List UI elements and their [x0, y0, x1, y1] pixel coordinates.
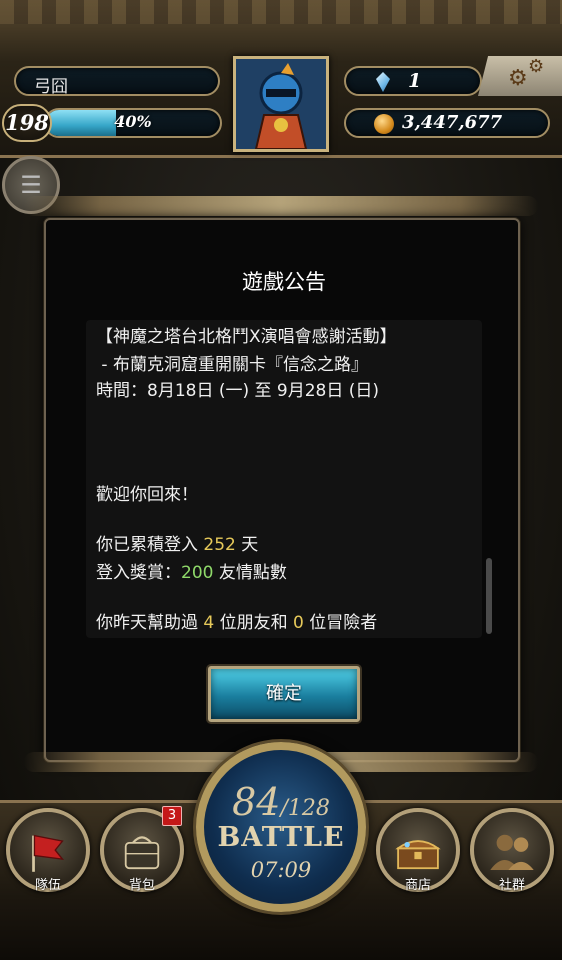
gold-bar: 3,447,677 [344, 108, 550, 138]
gem-count: 1 [408, 70, 422, 92]
battle-button[interactable]: 84/128 BATTLE 07:09 [196, 742, 366, 912]
announcement-dialog: 遊戲公告 【神魔之塔台北格鬥X演唱會感謝活動】 - 布蘭克洞窟重開關卡『信念之路… [44, 218, 520, 762]
login-reward-value: 200 [181, 563, 214, 583]
dialog-title: 遊戲公告 [242, 270, 326, 294]
knight-portrait-icon [236, 59, 326, 150]
shop-label: 商店 [404, 878, 431, 893]
hud-ornament [0, 0, 562, 24]
login-days-value: 252 [203, 535, 236, 555]
message-line: - 布蘭克洞窟重開關卡『信念之路』 [96, 355, 368, 375]
stamina-current: 84 [232, 780, 281, 824]
login-reward-suffix: 友情點數 [213, 563, 287, 583]
login-reward-line: 登入獎賞：200 友情點數 [96, 558, 287, 583]
stamina-display: 84/128 [204, 780, 358, 824]
team-label: 隊伍 [34, 878, 61, 893]
player-name-bar[interactable]: 弓囧 [14, 66, 220, 97]
friends-silhouette-icon [490, 834, 534, 870]
message-scrollbar[interactable] [486, 558, 492, 634]
stamina-timer: 07:09 [250, 858, 312, 882]
helped-mid: 位朋友和 [214, 613, 294, 633]
settings-button[interactable]: ⚙ ⚙ [478, 56, 562, 96]
message-line: 歡迎你回來！ [96, 485, 198, 505]
bag-notification-badge: 3 [162, 806, 182, 826]
message-line: 時間：8月18日 (一) 至 9月28日 (日) [96, 381, 380, 401]
message-scroll-area[interactable]: 【神魔之塔台北格鬥X演唱會感謝活動】 - 布蘭克洞窟重開關卡『信念之路』 時間：… [86, 320, 482, 638]
stamina-max: /128 [280, 796, 330, 821]
dialog-top-ornament [24, 196, 538, 216]
battle-label: BATTLE [217, 822, 345, 853]
coin-icon [374, 114, 394, 134]
login-days-line: 你已累積登入 252 天 [96, 530, 258, 555]
flag-icon [32, 834, 65, 872]
leader-portrait[interactable] [233, 56, 329, 152]
confirm-button[interactable]: 確定 [208, 666, 360, 722]
helped-suffix: 位冒險者 [303, 613, 378, 633]
player-level: 198 [2, 104, 52, 142]
gold-amount: 3,447,677 [402, 112, 503, 133]
bag-label: 背包 [128, 878, 155, 893]
gear-small-icon: ⚙ [528, 56, 545, 77]
gear-icon: ⚙ [508, 66, 528, 91]
helped-friends-value: 4 [203, 613, 215, 633]
message-line: 【神魔之塔台北格鬥X演唱會感謝活動】 [96, 327, 397, 347]
helped-prefix: 你昨天幫助過 [96, 613, 204, 633]
treasure-chest-icon [395, 840, 441, 870]
login-days-suffix: 天 [235, 535, 259, 555]
helped-friends-line: 你昨天幫助過 4 位朋友和 0 位冒險者 [96, 608, 377, 633]
exp-bar: 40% [44, 108, 222, 138]
bag-icon [124, 836, 160, 870]
diamond-icon [376, 72, 390, 92]
gem-bar[interactable]: 1 [344, 66, 482, 96]
player-name: 弓囧 [34, 77, 68, 97]
exp-percent: 40% [114, 112, 152, 131]
login-reward-prefix: 登入獎賞： [96, 563, 181, 583]
helped-adventurers-value: 0 [293, 613, 304, 633]
login-days-prefix: 你已累積登入 [96, 535, 204, 555]
social-label: 社群 [498, 878, 525, 893]
